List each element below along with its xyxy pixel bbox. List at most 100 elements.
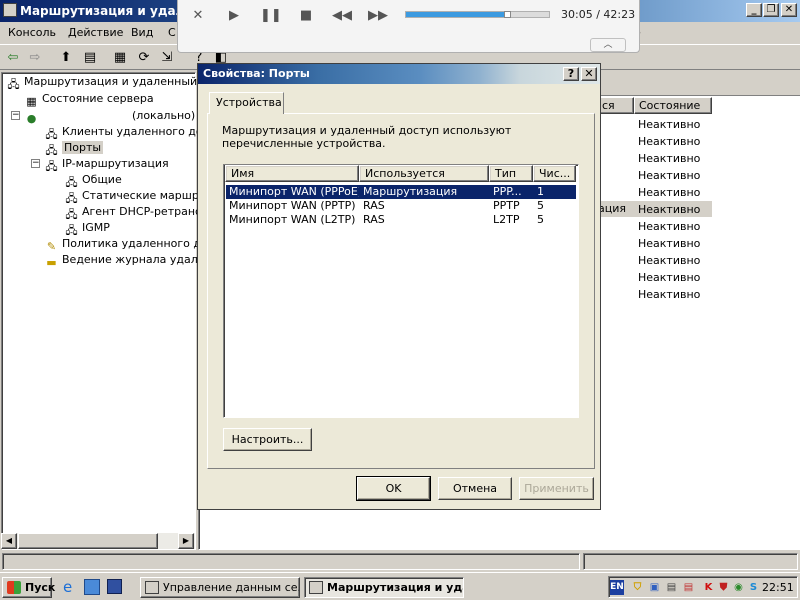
folder-icon: ▬ [46,256,57,269]
tab-devices[interactable]: Устройства [209,92,284,114]
minimize-icon[interactable]: _ [746,3,762,17]
cell-type: L2TP [493,213,520,226]
column-header-partial[interactable]: ся [597,97,634,114]
close-icon[interactable]: ✕ [581,67,597,81]
start-button[interactable]: Пуск [2,577,56,598]
network-connection-icon[interactable]: ▤ [664,580,679,595]
collapse-media-bar-icon[interactable]: ︿ [590,38,626,52]
play-icon[interactable]: ▶ [224,8,244,23]
column-header-type[interactable]: Тип [489,165,533,182]
cancel-button[interactable]: Отмена [438,477,512,500]
refresh-icon[interactable]: ⟳ [135,49,153,67]
seek-bar-knob[interactable] [503,11,511,18]
skype-icon[interactable]: S [746,580,761,595]
tree-node-igmp[interactable]: 🖧 IGMP [64,220,110,237]
export-icon[interactable]: ⇲ [158,49,176,67]
apply-button[interactable]: Применить [519,477,594,500]
cell-name: Минипорт WAN (PPTP) [229,199,356,212]
quicklaunch-explorer-icon[interactable] [84,579,100,595]
tree-node-dhcp-agent[interactable]: 🖧 Агент DHCP-ретрансл [64,204,208,221]
table-row[interactable]: Минипорт WAN (PPPoE) Маршрутизация PPP..… [226,185,576,199]
status-cell: Неактивно [638,254,701,267]
security-center-icon[interactable]: ⛊ [716,580,731,595]
tree-node-policy[interactable]: ✎ Политика удаленного до [44,236,208,253]
fast-forward-icon[interactable]: ▶▶ [368,8,388,23]
close-icon[interactable]: ✕ [188,8,208,23]
status-cell: Неактивно [638,203,701,216]
configure-button[interactable]: Настроить... [223,428,312,451]
properties-dialog: Свойства: Порты ? ✕ Устройства Маршрутиз… [197,63,601,510]
forward-icon[interactable]: ⇨ [26,49,44,67]
collapse-icon[interactable]: − [11,111,20,120]
stop-icon[interactable]: ■ [296,8,316,23]
tree-node-ports[interactable]: 🖧 Порты [44,140,104,157]
selected-row-partial-text: ация [598,202,626,215]
status-panel [2,553,580,570]
column-header-count[interactable]: Чис... [533,165,576,182]
network-connection-icon[interactable]: ▤ [681,580,696,595]
close-icon[interactable]: ✕ [781,3,797,17]
media-control-bar: ✕ ▶ ❚❚ ■ ◀◀ ▶▶ 30:05 / 42:23 [177,0,640,53]
window-icon [145,581,159,594]
network-icon[interactable]: ▣ [647,580,662,595]
properties-icon[interactable]: ▦ [111,49,129,67]
rewind-icon[interactable]: ◀◀ [332,8,352,23]
back-icon[interactable]: ⇦ [4,49,22,67]
table-row[interactable]: Минипорт WAN (L2TP) RAS L2TP 5 [226,213,576,227]
routing-icon: 🖧 [7,78,20,91]
console-tree: 🖧 Маршрутизация и удаленный до ▦ Состояние… [1,72,215,550]
tree-node-ip-routing[interactable]: 🖧 IP-маршрутизация [44,156,168,173]
collapse-icon[interactable]: − [31,159,40,168]
tree-node-logging[interactable]: ▬ Ведение журнала удален [44,252,211,269]
status-cell: Неактивно [638,237,701,250]
ok-button[interactable]: OK [356,476,431,501]
tree-horizontal-scrollbar[interactable]: ◀ ▶ [1,533,195,549]
routing-icon [309,581,323,594]
seek-bar[interactable] [405,11,550,18]
devices-list[interactable]: Имя Используется Тип Чис... Минипорт WAN… [223,164,579,418]
status-cell: Неактивно [638,220,701,233]
update-icon[interactable]: ◉ [731,580,746,595]
tree-node-clients[interactable]: 🖧 Клиенты удаленного дос [44,124,208,141]
server-running-icon: ● [26,112,37,125]
task-button-routing[interactable]: Маршрутизация и удал... [304,577,464,598]
up-folder-icon[interactable]: ⬆ [57,49,75,67]
taskbar: Пуск e Управление данным се... Маршрутиз… [0,572,800,600]
cell-count: 1 [537,185,544,198]
dialog-title-bar[interactable]: Свойства: Порты ? ✕ [198,64,600,84]
tree-node-root[interactable]: 🖧 Маршрутизация и удаленный до [6,74,215,91]
pause-icon[interactable]: ❚❚ [260,8,282,23]
task-button-data-management[interactable]: Управление данным се... [140,577,300,598]
cell-count: 5 [537,213,544,226]
cell-type: PPTP [493,199,520,212]
table-row[interactable]: Минипорт WAN (PPTP) RAS PPTP 5 [226,199,576,213]
security-shield-icon[interactable]: ⛉ [630,580,645,595]
help-icon[interactable]: ? [563,67,579,81]
cell-used-by: Маршрутизация [363,185,458,198]
quicklaunch-ie-icon[interactable]: e [63,579,79,595]
menu-console[interactable]: Консоль [8,26,56,39]
tree-node-general[interactable]: 🖧 Общие [64,172,121,189]
column-header-status[interactable]: Состояние [634,97,712,114]
column-header-name[interactable]: Имя [225,165,359,182]
status-cell: Неактивно [638,288,701,301]
menu-window[interactable]: С [168,26,176,39]
tree-node-local-server[interactable]: ● (локально) [24,108,195,125]
quicklaunch-save-icon[interactable] [107,579,122,594]
scroll-left-icon[interactable]: ◀ [1,533,17,549]
restore-icon[interactable]: ❐ [763,3,779,17]
column-header-used-by[interactable]: Используется [359,165,489,182]
scroll-thumb[interactable] [18,533,158,549]
show-tree-icon[interactable]: ▤ [81,49,99,67]
status-cell: Неактивно [638,152,701,165]
menu-view[interactable]: Вид [131,26,153,39]
status-cell: Неактивно [638,169,701,182]
tree-node-static-routes[interactable]: 🖧 Статические маршру [64,188,205,205]
antivirus-k-icon[interactable]: K [701,580,716,595]
menu-action[interactable]: Действие [68,26,123,39]
scroll-right-icon[interactable]: ▶ [178,533,194,549]
tree-node-server-status[interactable]: ▦ Состояние сервера [24,91,153,108]
start-label: Пуск [25,581,56,594]
language-indicator[interactable]: EN [610,580,624,595]
windows-logo-icon [7,581,21,594]
